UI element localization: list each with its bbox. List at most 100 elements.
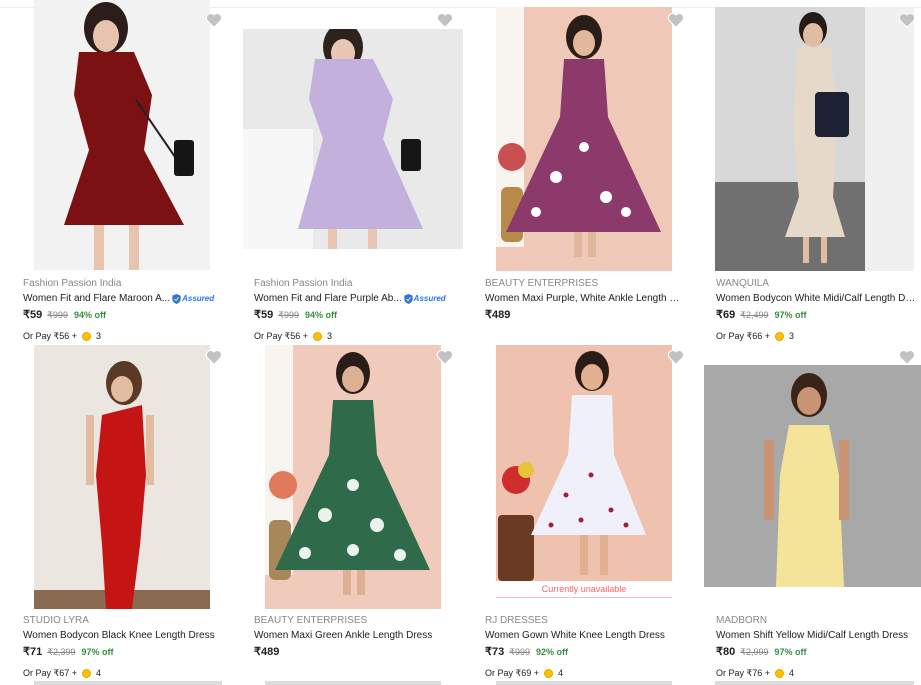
selling-price: ₹71 (23, 646, 43, 658)
product-card[interactable]: Fashion Passion India Women Fit and Flar… (231, 0, 463, 342)
product-image[interactable] (704, 365, 921, 587)
discount-percent: 97% off (774, 310, 807, 320)
supercoin-icon (82, 668, 91, 678)
product-title[interactable]: Women Maxi Green Ankle Length Dress (254, 629, 432, 642)
dress-photo (34, 345, 210, 609)
product-image[interactable] (715, 7, 914, 271)
or-pay-label: Or Pay ₹67 + (23, 667, 77, 678)
product-info: RJ DRESSES Women Gown White Knee Length … (485, 615, 685, 679)
price-row: ₹489 (254, 646, 454, 659)
product-brand: STUDIO LYRA (23, 615, 89, 626)
selling-price: ₹489 (485, 309, 511, 321)
product-image[interactable] (243, 29, 463, 249)
supercoin-offer: Or Pay ₹67 + 4 (23, 667, 223, 679)
product-brand: Fashion Passion India (23, 278, 122, 289)
selling-price: ₹59 (254, 309, 274, 321)
product-brand: RJ DRESSES (485, 615, 548, 626)
product-image[interactable] (265, 345, 441, 609)
product-brand: WANQUILA (716, 278, 769, 289)
product-card[interactable]: Fashion Passion India Women Fit and Flar… (0, 0, 231, 341)
next-row-image-edge (496, 681, 672, 685)
unavailable-notice: Currently unavailable (496, 581, 672, 598)
wishlist-heart-icon[interactable] (436, 349, 454, 365)
product-image[interactable] (496, 345, 672, 581)
original-price: ₹999 (509, 647, 530, 657)
wishlist-heart-icon[interactable] (205, 349, 223, 365)
product-brand: BEAUTY ENTERPRISES (254, 615, 368, 626)
product-title-row[interactable]: Women Maxi Purple, White Ankle Length Dr… (485, 292, 685, 305)
product-info: WANQUILA Women Bodycon White Midi/Calf L… (716, 278, 916, 342)
product-title-row[interactable]: Women Maxi Green Ankle Length Dress (254, 629, 454, 642)
product-image-area[interactable] (693, 0, 921, 272)
product-image[interactable] (496, 7, 672, 271)
product-info: Fashion Passion India Women Fit and Flar… (254, 278, 454, 342)
product-title-row[interactable]: Women Fit and Flare Purple Ab... Assured (254, 292, 454, 305)
or-pay-label: Or Pay ₹69 + (485, 667, 539, 678)
product-image[interactable] (34, 345, 210, 609)
product-title-row[interactable]: Women Fit and Flare Maroon A... Assured (23, 292, 223, 305)
product-image-area[interactable]: Currently unavailable (462, 337, 693, 609)
selling-price: ₹59 (23, 309, 43, 321)
selling-price: ₹73 (485, 646, 505, 658)
dress-photo (34, 0, 210, 270)
wishlist-heart-icon[interactable] (436, 12, 454, 28)
product-title[interactable]: Women Fit and Flare Maroon A... (23, 292, 170, 305)
assured-label: Assured (182, 294, 215, 303)
product-card[interactable]: Currently unavailable RJ DRESSES Women G… (462, 337, 693, 679)
product-title-row[interactable]: Women Bodycon Black Knee Length Dress (23, 629, 223, 642)
price-row: ₹71 ₹2,399 97% off (23, 646, 223, 659)
selling-price: ₹80 (716, 646, 736, 658)
original-price: ₹999 (278, 310, 299, 320)
product-image-area[interactable] (231, 337, 462, 609)
product-image-area[interactable] (0, 0, 231, 272)
product-image-area[interactable] (462, 0, 693, 272)
discount-percent: 97% off (81, 647, 114, 657)
assured-shield-icon (172, 293, 181, 304)
dress-photo (704, 365, 921, 587)
product-image-area[interactable] (693, 337, 921, 609)
supercoin-offer: Or Pay ₹69 + 4 (485, 667, 685, 679)
product-title[interactable]: Women Shift Yellow Midi/Calf Length Dres… (716, 629, 908, 642)
product-title[interactable]: Women Maxi Purple, White Ankle Length Dr… (485, 292, 685, 305)
product-info: BEAUTY ENTERPRISES Women Maxi Purple, Wh… (485, 278, 685, 322)
price-row: ₹73 ₹999 92% off (485, 646, 685, 659)
supercoin-offer: Or Pay ₹76 + 4 (716, 667, 916, 679)
dress-photo (243, 29, 463, 249)
product-card[interactable]: WANQUILA Women Bodycon White Midi/Calf L… (693, 0, 921, 342)
dress-photo (496, 345, 672, 581)
or-pay-label: Or Pay ₹76 + (716, 667, 770, 678)
dress-photo (496, 7, 672, 271)
original-price: ₹2,999 (740, 647, 769, 657)
wishlist-heart-icon[interactable] (205, 12, 223, 28)
coin-count: 4 (558, 668, 564, 678)
assured-label: Assured (413, 294, 446, 303)
price-row: ₹489 (485, 309, 685, 322)
product-title[interactable]: Women Gown White Knee Length Dress (485, 629, 665, 642)
product-brand: Fashion Passion India (254, 278, 353, 289)
discount-percent: 92% off (535, 647, 568, 657)
wishlist-heart-icon[interactable] (898, 349, 916, 365)
product-title[interactable]: Women Fit and Flare Purple Ab... (254, 292, 402, 305)
product-image-area[interactable] (0, 337, 231, 609)
product-grid: Fashion Passion India Women Fit and Flar… (0, 0, 921, 685)
product-title-row[interactable]: Women Bodycon White Midi/Calf Length Dr.… (716, 292, 916, 305)
product-title[interactable]: Women Bodycon Black Knee Length Dress (23, 629, 215, 642)
wishlist-heart-icon[interactable] (898, 12, 916, 28)
original-price: ₹2,499 (740, 310, 769, 320)
product-title[interactable]: Women Bodycon White Midi/Calf Length Dr.… (716, 292, 916, 305)
product-image-area[interactable] (231, 0, 463, 272)
product-card[interactable]: MADBORN Women Shift Yellow Midi/Calf Len… (693, 337, 921, 679)
product-card[interactable]: STUDIO LYRA Women Bodycon Black Knee Len… (0, 337, 231, 679)
discount-percent: 97% off (774, 647, 807, 657)
product-info: MADBORN Women Shift Yellow Midi/Calf Len… (716, 615, 916, 679)
product-card[interactable]: BEAUTY ENTERPRISES Women Maxi Green Ankl… (231, 337, 462, 677)
price-row: ₹69 ₹2,499 97% off (716, 309, 916, 322)
product-title-row[interactable]: Women Shift Yellow Midi/Calf Length Dres… (716, 629, 916, 642)
product-card[interactable]: BEAUTY ENTERPRISES Women Maxi Purple, Wh… (462, 0, 693, 340)
product-title-row[interactable]: Women Gown White Knee Length Dress (485, 629, 685, 642)
wishlist-heart-icon[interactable] (667, 349, 685, 365)
assured-shield-icon (404, 293, 413, 304)
next-row-image-edge (265, 681, 441, 685)
product-image[interactable] (34, 0, 210, 270)
wishlist-heart-icon[interactable] (667, 12, 685, 28)
